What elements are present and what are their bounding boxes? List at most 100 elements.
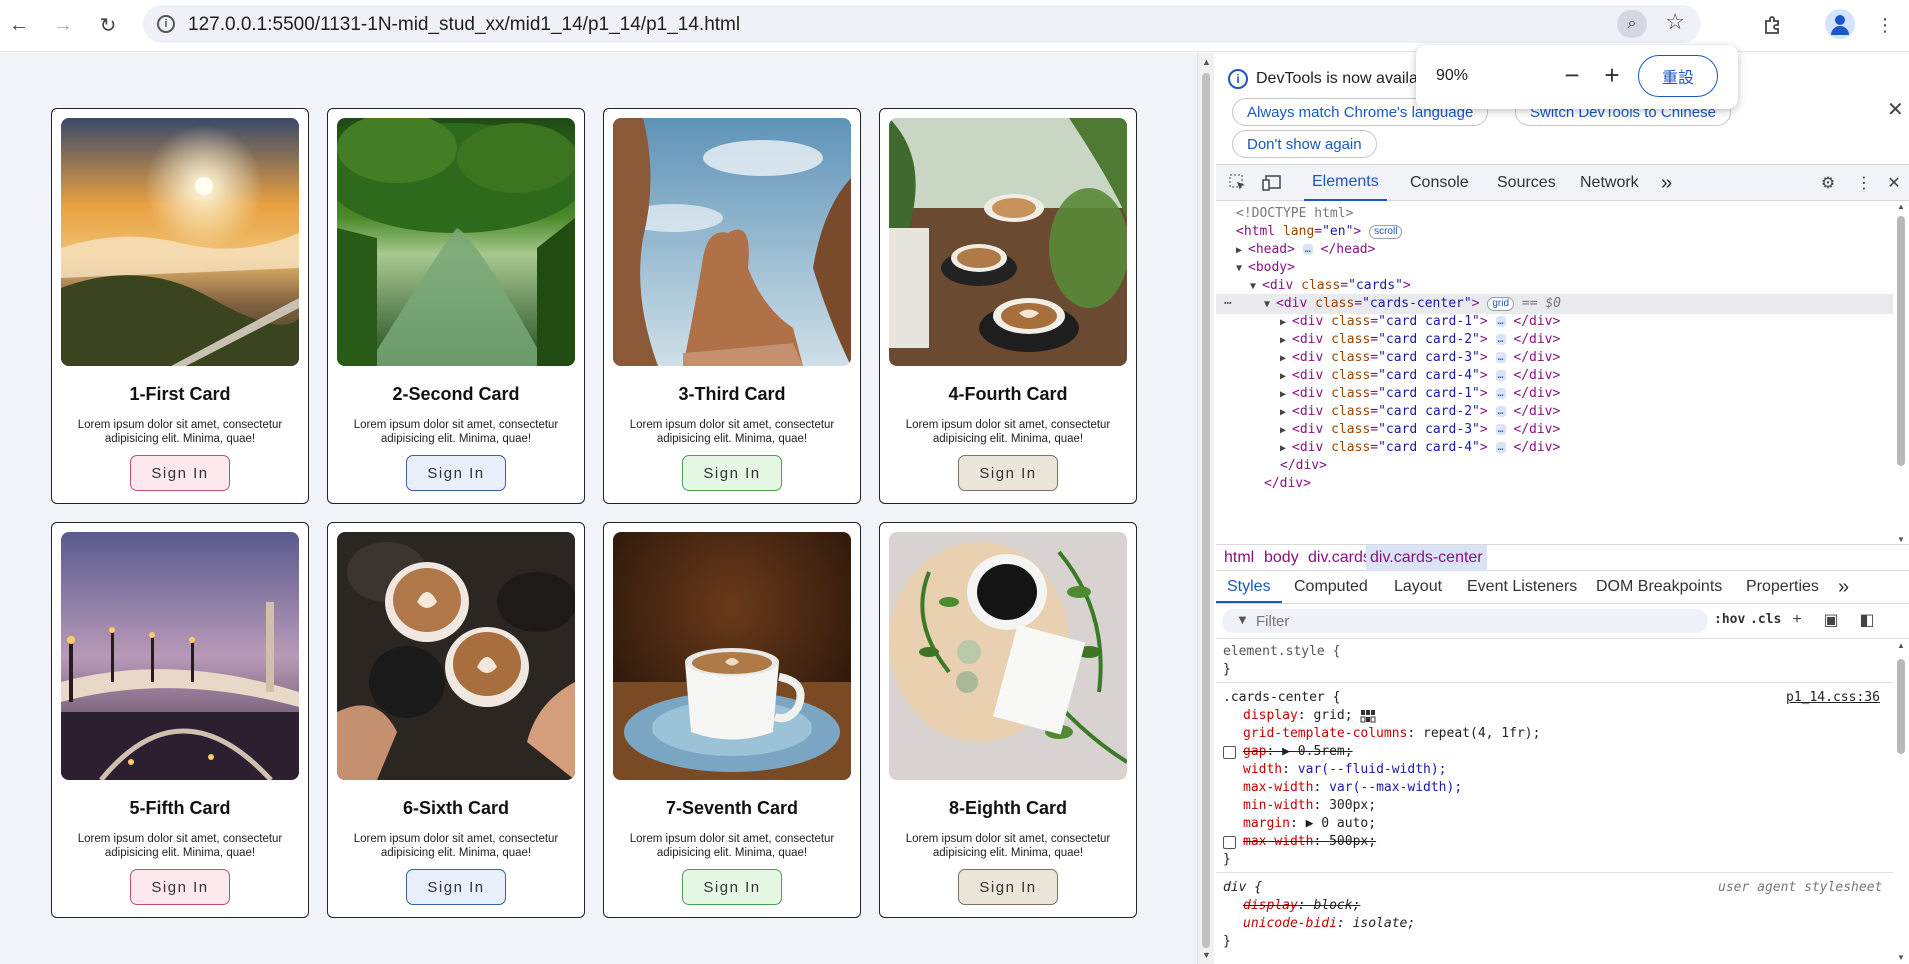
paint-brush-icon[interactable]: ▣	[1820, 609, 1842, 631]
dom-child-card[interactable]: ▶ <div class="card card-4"> … </div>	[1280, 438, 1560, 458]
zoom-out-button[interactable]: −	[1556, 59, 1588, 91]
ua-div-selector[interactable]: div {	[1223, 879, 1262, 897]
decl-max-width[interactable]: max-width: var(--max-width);	[1243, 779, 1462, 797]
ua-decl-display[interactable]: display: block;	[1243, 897, 1360, 915]
subtab-styles[interactable]: Styles	[1216, 571, 1282, 603]
dom-child-card[interactable]: ▶ <div class="card card-2"> … </div>	[1280, 330, 1560, 350]
zoom-in-button[interactable]: +	[1596, 59, 1628, 91]
dom-scrollbar[interactable]: ▲ ▼	[1893, 202, 1909, 544]
banner-message: DevTools is now availab	[1256, 70, 1427, 87]
subtab-computed[interactable]: Computed	[1294, 571, 1368, 603]
dom-child-card[interactable]: ▶ <div class="card card-3"> … </div>	[1280, 420, 1560, 440]
forward-arrow-icon[interactable]: →	[48, 10, 78, 40]
dom-body[interactable]: ▼ <body>	[1236, 258, 1295, 278]
filter-box[interactable]: ▼	[1222, 609, 1708, 633]
decl-width[interactable]: width: var(--fluid-width);	[1243, 761, 1447, 779]
decl-min-width[interactable]: min-width: 300px;	[1243, 797, 1376, 815]
bookmark-star-icon[interactable]: ☆	[1665, 9, 1685, 35]
zoom-icon[interactable]: ⌕	[1617, 10, 1647, 38]
toggle-sidebar-icon[interactable]: ◧	[1856, 609, 1878, 631]
ua-stylesheet-label: user agent stylesheet	[1718, 880, 1883, 895]
zoom-level: 90%	[1436, 67, 1469, 84]
more-tabs-icon[interactable]: »	[1661, 165, 1672, 201]
decl-max-width-checkbox[interactable]	[1223, 836, 1236, 849]
profile-avatar[interactable]	[1825, 9, 1855, 39]
back-arrow-icon[interactable]: ←	[4, 10, 34, 40]
breadcrumb-body[interactable]: body	[1260, 545, 1303, 571]
address-bar[interactable]: i 127.0.0.1:5500/1131-1N-mid_stud_xx/mid…	[143, 5, 1701, 43]
dom-scrollbar-thumb[interactable]	[1897, 216, 1905, 466]
tab-console[interactable]: Console	[1410, 165, 1469, 201]
close-icon[interactable]: ✕	[1887, 97, 1904, 122]
more-subtabs-icon[interactable]: »	[1838, 571, 1849, 603]
card-text: Lorem ipsum dolor sit amet, consectetur …	[629, 833, 835, 859]
rule-source-link[interactable]: p1_14.css:36	[1786, 689, 1880, 707]
sign-in-button[interactable]: Sign In	[130, 869, 230, 905]
card-5: 5-Fifth Card Lorem ipsum dolor sit amet,…	[51, 522, 309, 918]
dom-close-div[interactable]: </div>	[1264, 474, 1311, 494]
tab-network[interactable]: Network	[1580, 165, 1639, 201]
page-scrollbar[interactable]: ▲ ▼	[1197, 53, 1214, 964]
hov-toggle[interactable]: :hov	[1714, 612, 1745, 627]
decl-grid-template-columns[interactable]: grid-template-columns: repeat(4, 1fr);	[1243, 725, 1540, 743]
subtab-dom-breakpoints[interactable]: DOM Breakpoints	[1596, 571, 1722, 603]
tab-elements[interactable]: Elements	[1304, 165, 1387, 201]
inspect-element-icon[interactable]	[1226, 171, 1250, 195]
element-style-selector[interactable]: element.style {	[1223, 643, 1340, 661]
breadcrumb-html[interactable]: html	[1220, 545, 1258, 571]
sign-in-button[interactable]: Sign In	[406, 869, 506, 905]
new-rule-plus-icon[interactable]: +	[1786, 609, 1808, 631]
cards-center-selector[interactable]: .cards-center {	[1223, 689, 1340, 707]
dom-doctype[interactable]: <!DOCTYPE html>	[1236, 204, 1353, 224]
styles-scrollbar[interactable]: ▲ ▼	[1893, 639, 1909, 964]
dom-div-cards-center[interactable]: ⋯ ▼ <div class="cards-center"> grid == $0	[1216, 294, 1893, 314]
subtab-layout[interactable]: Layout	[1394, 571, 1442, 603]
sign-in-button[interactable]: Sign In	[958, 869, 1058, 905]
dom-child-card[interactable]: ▶ <div class="card card-4"> … </div>	[1280, 366, 1560, 386]
dom-child-card[interactable]: ▶ <div class="card card-3"> … </div>	[1280, 348, 1560, 368]
subtab-event-listeners[interactable]: Event Listeners	[1467, 571, 1577, 603]
settings-gear-icon[interactable]: ⚙	[1816, 171, 1840, 195]
grid-editor-icon[interactable]	[1360, 709, 1376, 723]
dom-child-card[interactable]: ▶ <div class="card card-2"> … </div>	[1280, 402, 1560, 422]
page-scrollbar-thumb[interactable]	[1202, 73, 1210, 948]
dom-head[interactable]: ▶ <head> … </head>	[1236, 240, 1375, 260]
reload-icon[interactable]: ↻	[93, 10, 123, 40]
dom-child-card[interactable]: ▶ <div class="card card-1"> … </div>	[1280, 384, 1560, 404]
tab-sources[interactable]: Sources	[1497, 165, 1556, 201]
zoom-reset-button[interactable]: 重設	[1638, 55, 1718, 97]
decl-gap[interactable]: gap: ▶ 0.5rem;	[1243, 743, 1353, 761]
card-image	[889, 118, 1127, 366]
breadcrumb-div-cards[interactable]: div.cards	[1304, 545, 1375, 571]
menu-kebab-icon[interactable]: ⋮	[1870, 10, 1900, 40]
decl-display[interactable]: display: grid;	[1243, 707, 1376, 725]
card-7: 7-Seventh Card Lorem ipsum dolor sit ame…	[603, 522, 861, 918]
dont-show-again-button[interactable]: Don't show again	[1232, 130, 1377, 158]
site-info-icon[interactable]: i	[157, 15, 175, 33]
decl-gap-checkbox[interactable]	[1223, 746, 1236, 759]
sign-in-button[interactable]: Sign In	[682, 455, 782, 491]
decl-margin[interactable]: margin: ▶ 0 auto;	[1243, 815, 1376, 833]
extensions-icon[interactable]	[1757, 10, 1787, 40]
close-devtools-icon[interactable]: ✕	[1882, 171, 1906, 195]
sign-in-button[interactable]: Sign In	[682, 869, 782, 905]
decl-max-width-disabled[interactable]: max-width: 500px;	[1243, 833, 1376, 851]
ua-decl-unicode-bidi[interactable]: unicode-bidi: isolate;	[1243, 915, 1415, 933]
dom-div-cards[interactable]: ▼ <div class="cards">	[1250, 276, 1411, 296]
device-toolbar-icon[interactable]	[1260, 171, 1284, 195]
dom-close-div[interactable]: </div>	[1280, 456, 1327, 476]
sign-in-button[interactable]: Sign In	[130, 455, 230, 491]
sign-in-button[interactable]: Sign In	[958, 455, 1058, 491]
card-3: 3-Third Card Lorem ipsum dolor sit amet,…	[603, 108, 861, 504]
card-image	[337, 118, 575, 366]
styles-scrollbar-thumb[interactable]	[1897, 659, 1905, 754]
devtools-menu-icon[interactable]: ⋮	[1852, 171, 1876, 195]
sign-in-button[interactable]: Sign In	[406, 455, 506, 491]
dom-html[interactable]: <html lang="en"> scroll	[1236, 222, 1403, 242]
breadcrumb-div-cards-center[interactable]: div.cards-center	[1366, 545, 1487, 571]
filter-input[interactable]	[1256, 611, 1686, 631]
subtab-properties[interactable]: Properties	[1746, 571, 1819, 603]
cls-toggle[interactable]: .cls	[1750, 612, 1781, 627]
url-text[interactable]: 127.0.0.1:5500/1131-1N-mid_stud_xx/mid1_…	[188, 14, 740, 36]
dom-child-card[interactable]: ▶ <div class="card card-1"> … </div>	[1280, 312, 1560, 332]
